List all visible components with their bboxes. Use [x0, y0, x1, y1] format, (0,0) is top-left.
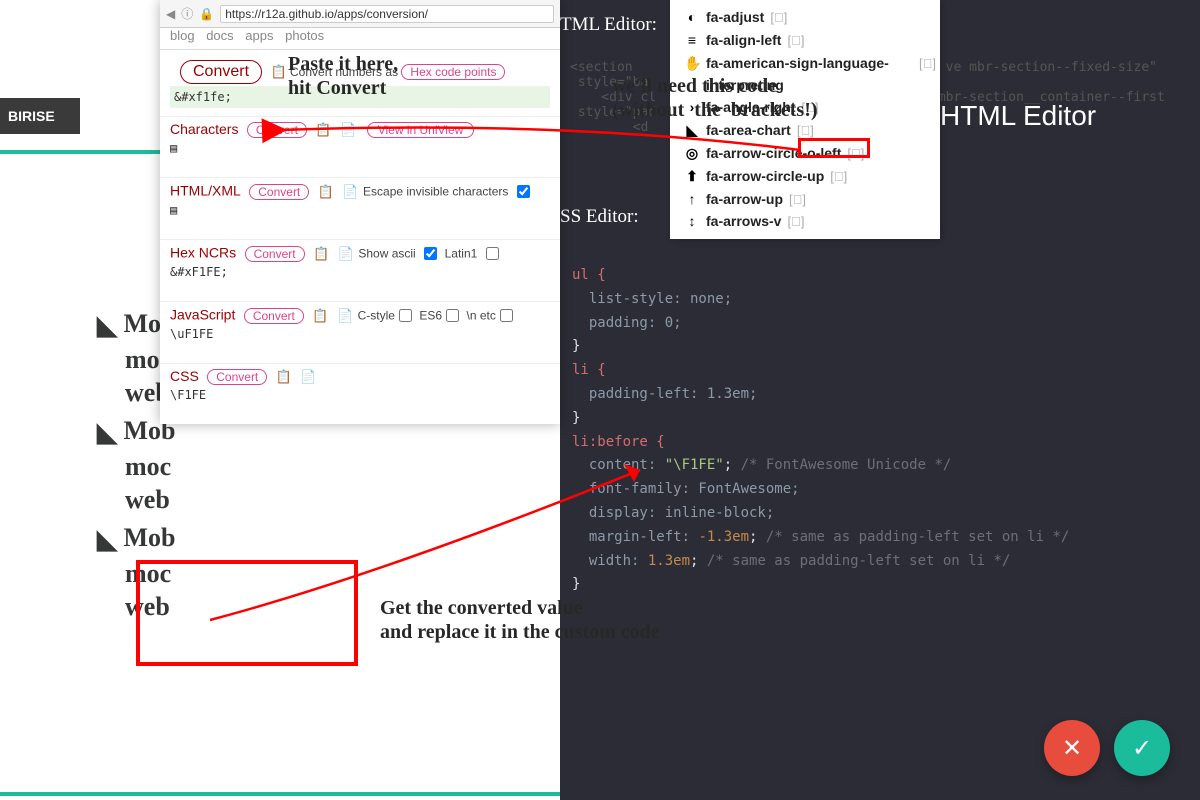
annotation-arrows [0, 0, 1200, 800]
